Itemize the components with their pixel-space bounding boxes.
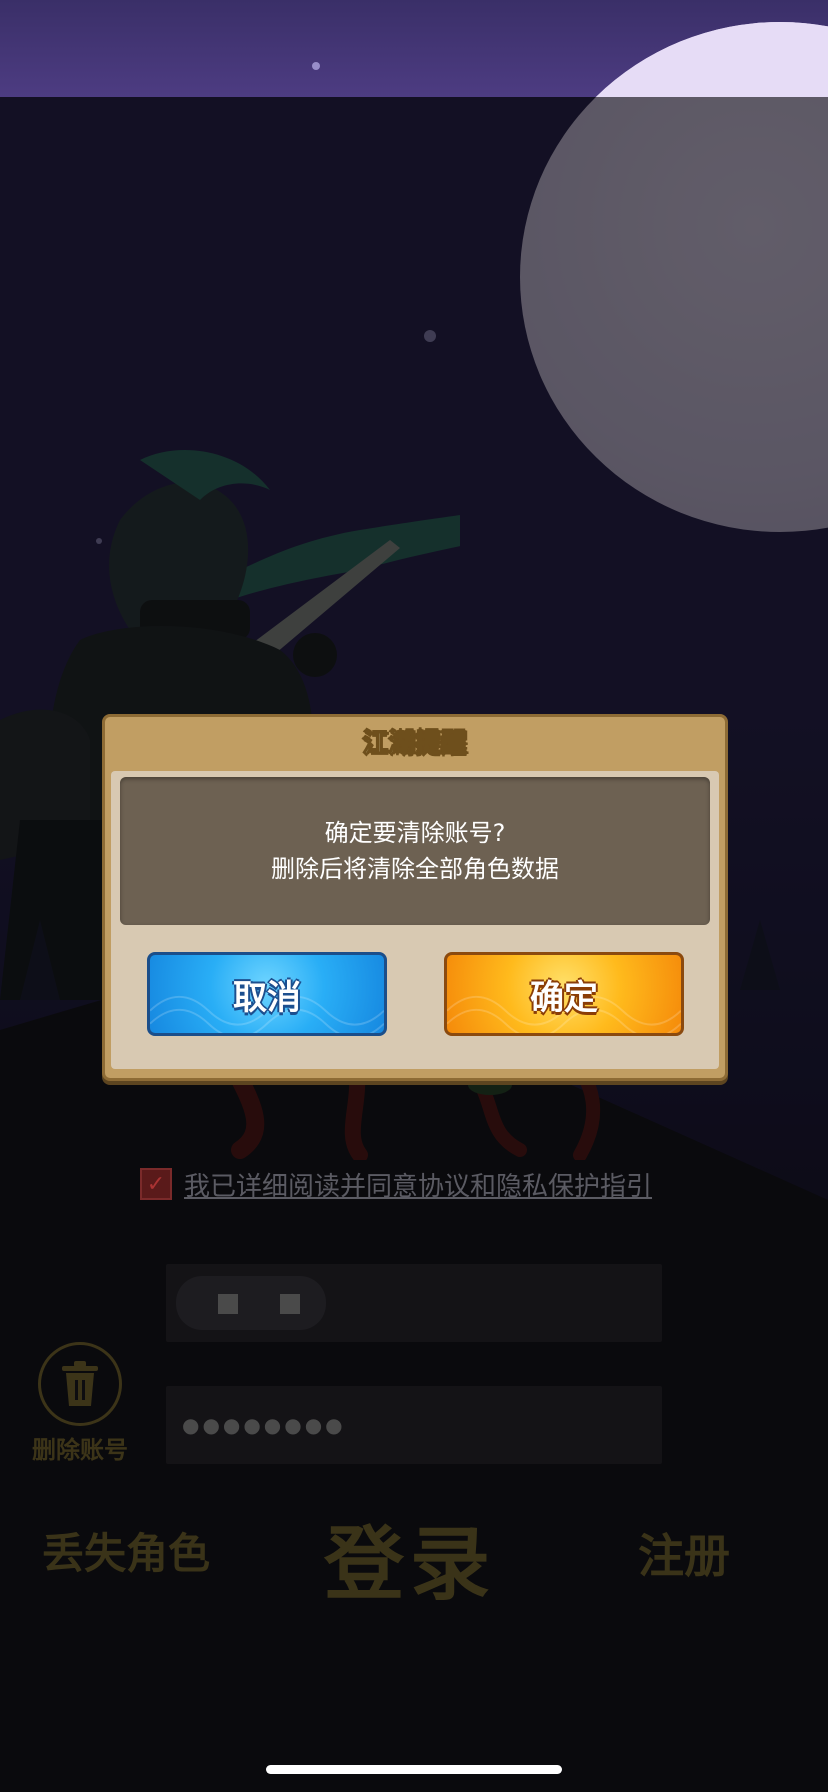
agreement-row[interactable]: ✓ 我已详细阅读并同意协议和隐私保护指引 xyxy=(140,1164,652,1204)
password-field[interactable]: ●●●●●●●● xyxy=(166,1386,662,1464)
confirm-button[interactable]: 确定 xyxy=(444,952,684,1036)
password-value: ●●●●●●●● xyxy=(182,1413,346,1437)
dialog-message-line1: 确定要清除账号? xyxy=(324,819,506,847)
lost-role-button[interactable]: 丢失角色 xyxy=(42,1520,210,1581)
register-button[interactable]: 注册 xyxy=(638,1520,730,1586)
cancel-button[interactable]: 取消 xyxy=(147,952,387,1036)
confirm-label: 确定 xyxy=(530,977,598,1018)
delete-account-label: 删除账号 xyxy=(32,1436,128,1464)
star xyxy=(312,62,320,70)
delete-account-button[interactable]: 删除账号 xyxy=(20,1342,140,1465)
cancel-label: 取消 xyxy=(233,977,301,1018)
username-masked-char xyxy=(218,1294,238,1314)
dialog-body: 确定要清除账号? 删除后将清除全部角色数据 取消 确定 xyxy=(111,771,719,1069)
agreement-link[interactable]: 我已详细阅读并同意协议和隐私保护指引 xyxy=(184,1166,652,1203)
home-indicator[interactable] xyxy=(266,1765,562,1774)
dialog-message-line2: 删除后将清除全部角色数据 xyxy=(271,855,559,883)
login-button[interactable]: 登录 xyxy=(324,1500,496,1616)
username-masked-char xyxy=(280,1294,300,1314)
dialog-title: 江湖提醒 xyxy=(362,729,467,760)
trash-icon xyxy=(38,1342,122,1426)
username-field[interactable] xyxy=(166,1264,662,1342)
username-redaction xyxy=(176,1276,326,1330)
dialog-message-box: 确定要清除账号? 删除后将清除全部角色数据 xyxy=(120,777,710,925)
agreement-checkbox[interactable]: ✓ xyxy=(140,1168,172,1200)
confirm-dialog: 江湖提醒 确定要清除账号? 删除后将清除全部角色数据 取消 确定 xyxy=(102,714,728,1081)
